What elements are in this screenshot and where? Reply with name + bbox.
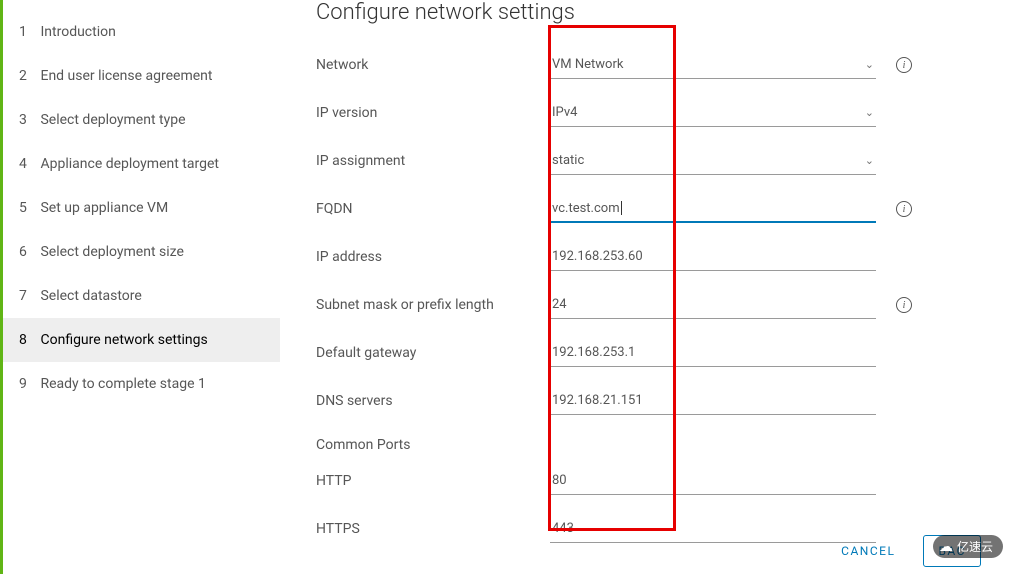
sidebar-item-label: Select deployment type	[40, 112, 185, 128]
chevron-down-icon: ⌄	[865, 106, 874, 119]
ip-version-label: IP version	[316, 105, 550, 121]
main-panel: Configure network settings Network VM Ne…	[280, 0, 1011, 574]
sidebar-item-label: Set up appliance VM	[40, 200, 168, 216]
sidebar-item-label: End user license agreement	[40, 68, 212, 84]
subnet-input[interactable]: 24	[550, 291, 876, 319]
sidebar-item-deployment-size[interactable]: 6 Select deployment size	[3, 230, 280, 274]
sidebar-item-label: Configure network settings	[40, 332, 207, 348]
gateway-label: Default gateway	[316, 345, 550, 361]
wizard-sidebar: 1 Introduction 2 End user license agreem…	[0, 0, 280, 574]
common-ports-heading: Common Ports	[316, 425, 981, 457]
sidebar-item-label: Introduction	[40, 24, 115, 40]
fqdn-label: FQDN	[316, 201, 550, 217]
sidebar-item-deployment-type[interactable]: 3 Select deployment type	[3, 98, 280, 142]
network-select[interactable]: VM Network ⌄	[550, 51, 876, 79]
info-icon[interactable]: i	[896, 297, 912, 313]
ip-assignment-label: IP assignment	[316, 153, 550, 169]
sidebar-item-ready[interactable]: 9 Ready to complete stage 1	[3, 362, 280, 406]
sidebar-item-network-settings[interactable]: 8 Configure network settings	[3, 318, 280, 362]
sidebar-item-label: Ready to complete stage 1	[40, 376, 205, 392]
fqdn-input[interactable]: vc.test.com	[550, 195, 876, 223]
info-icon[interactable]: i	[896, 57, 912, 73]
sidebar-item-eula[interactable]: 2 End user license agreement	[3, 54, 280, 98]
ip-version-select[interactable]: IPv4 ⌄	[550, 99, 876, 127]
https-label: HTTPS	[316, 521, 550, 537]
cloud-icon: ☁	[939, 539, 953, 555]
ip-address-label: IP address	[316, 249, 550, 265]
sidebar-item-datastore[interactable]: 7 Select datastore	[3, 274, 280, 318]
watermark: ☁ 亿速云	[933, 535, 1003, 558]
info-icon[interactable]: i	[896, 201, 912, 217]
sidebar-item-label: Select deployment size	[40, 244, 183, 260]
ip-address-input[interactable]: 192.168.253.60	[550, 243, 876, 271]
dns-input[interactable]: 192.168.21.151	[550, 387, 876, 415]
ip-assignment-select[interactable]: static ⌄	[550, 147, 876, 175]
sidebar-item-introduction[interactable]: 1 Introduction	[3, 10, 280, 54]
https-input[interactable]: 443	[550, 515, 876, 543]
http-label: HTTP	[316, 473, 550, 489]
sidebar-item-label: Select datastore	[40, 288, 141, 304]
chevron-down-icon: ⌄	[865, 154, 874, 167]
gateway-input[interactable]: 192.168.253.1	[550, 339, 876, 367]
page-title: Configure network settings	[316, 0, 981, 25]
chevron-down-icon: ⌄	[865, 58, 874, 71]
subnet-label: Subnet mask or prefix length	[316, 297, 550, 313]
sidebar-item-label: Appliance deployment target	[40, 156, 219, 172]
sidebar-item-appliance-vm[interactable]: 5 Set up appliance VM	[3, 186, 280, 230]
dns-label: DNS servers	[316, 393, 550, 409]
http-input[interactable]: 80	[550, 467, 876, 495]
text-cursor	[621, 201, 622, 215]
sidebar-item-deployment-target[interactable]: 4 Appliance deployment target	[3, 142, 280, 186]
cancel-button[interactable]: CANCEL	[835, 534, 901, 568]
network-label: Network	[316, 57, 550, 73]
